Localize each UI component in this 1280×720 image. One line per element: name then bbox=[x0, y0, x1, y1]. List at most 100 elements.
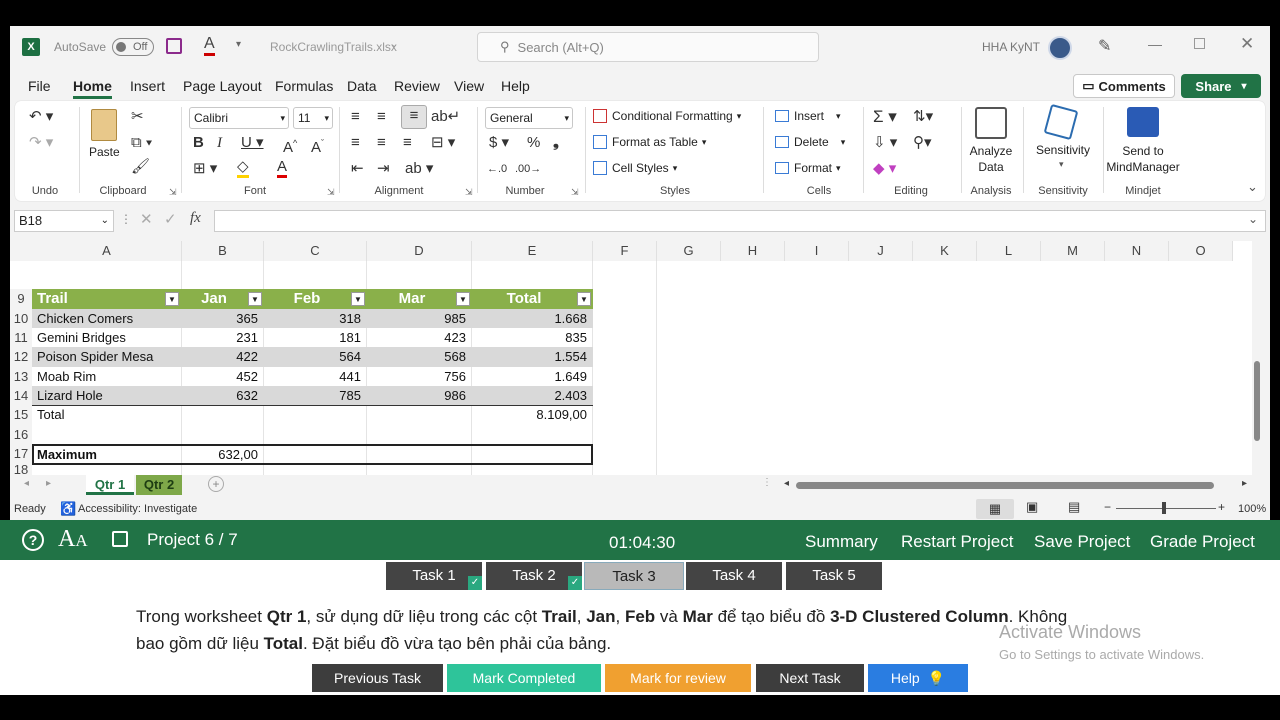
row-header[interactable]: 9 bbox=[10, 289, 32, 309]
column-header[interactable]: B bbox=[182, 241, 264, 261]
name-box[interactable]: B18 ⌄ bbox=[14, 210, 114, 232]
format-cells-button[interactable]: Format ▾ bbox=[775, 161, 841, 175]
tab-page-layout[interactable]: Page Layout bbox=[183, 78, 262, 94]
align-middle-icon[interactable]: ≡ bbox=[377, 107, 386, 127]
italic-icon[interactable]: I bbox=[217, 133, 222, 153]
paste-icon[interactable] bbox=[91, 109, 117, 141]
tab-view[interactable]: View bbox=[454, 78, 484, 94]
save-project-link[interactable]: Save Project bbox=[1034, 532, 1130, 552]
close-icon[interactable]: ✕ bbox=[1240, 34, 1254, 54]
tab-file[interactable]: File bbox=[28, 78, 51, 94]
analyze-data-icon[interactable] bbox=[975, 107, 1007, 139]
row-header[interactable]: 15 bbox=[10, 405, 32, 425]
filter-dropdown-icon[interactable]: ▼ bbox=[456, 292, 470, 306]
maximum-value[interactable]: 632,00 bbox=[182, 445, 264, 464]
row-header[interactable]: 14 bbox=[10, 386, 32, 405]
number-launcher-icon[interactable]: ⇲ bbox=[571, 187, 579, 198]
restore-icon[interactable] bbox=[1194, 38, 1205, 49]
table-cell[interactable]: 1.649 bbox=[472, 367, 593, 386]
horizontal-scroll-thumb[interactable] bbox=[796, 482, 1214, 489]
format-painter-icon[interactable]: 🖌 bbox=[131, 157, 150, 177]
row-header[interactable]: 10 bbox=[10, 309, 32, 328]
add-sheet-icon[interactable]: + bbox=[208, 476, 224, 492]
increase-font-icon[interactable]: A^ bbox=[283, 133, 297, 158]
comments-button[interactable]: ▭ Comments bbox=[1073, 74, 1175, 98]
row-header[interactable]: 18 bbox=[10, 464, 32, 475]
total-label[interactable]: Total bbox=[34, 405, 180, 425]
window-icon[interactable] bbox=[112, 531, 128, 547]
select-all-corner[interactable] bbox=[10, 241, 32, 261]
tab-data[interactable]: Data bbox=[347, 78, 377, 94]
mark-completed-button[interactable]: Mark Completed bbox=[447, 664, 601, 692]
total-value[interactable]: 8.109,00 bbox=[472, 405, 593, 425]
table-cell[interactable]: Lizard Hole bbox=[34, 386, 180, 405]
column-header[interactable]: F bbox=[593, 241, 657, 261]
column-header[interactable]: L bbox=[977, 241, 1041, 261]
column-header[interactable]: I bbox=[785, 241, 849, 261]
zoom-level[interactable]: 100% bbox=[1238, 503, 1266, 515]
accessibility-icon[interactable]: ♿ bbox=[60, 501, 76, 517]
page-break-view-icon[interactable]: ▤ bbox=[1068, 499, 1080, 515]
previous-task-button[interactable]: Previous Task bbox=[312, 664, 443, 692]
clear-icon[interactable]: ◆ ▾ bbox=[873, 159, 896, 179]
table-cell[interactable]: 181 bbox=[264, 328, 367, 347]
table-cell[interactable]: 835 bbox=[472, 328, 593, 347]
column-header[interactable]: A bbox=[32, 241, 182, 261]
prev-sheet-icon[interactable]: ◂ bbox=[24, 478, 29, 489]
row-header[interactable]: 17 bbox=[10, 444, 32, 464]
increase-indent-icon[interactable]: ⇥ bbox=[377, 159, 390, 179]
currency-icon[interactable]: $ ▾ bbox=[489, 133, 509, 153]
next-task-button[interactable]: Next Task bbox=[756, 664, 864, 692]
table-cell[interactable]: 422 bbox=[182, 347, 264, 367]
column-header[interactable]: E bbox=[472, 241, 593, 261]
fill-color-icon[interactable]: ◇ bbox=[237, 159, 249, 178]
restart-project-link[interactable]: Restart Project bbox=[901, 532, 1013, 552]
align-left-icon[interactable]: ≡ bbox=[351, 133, 360, 153]
zoom-out-icon[interactable]: − bbox=[1104, 500, 1111, 514]
header-cell[interactable]: Feb bbox=[266, 289, 348, 309]
table-cell[interactable]: 756 bbox=[367, 367, 472, 386]
copy-icon[interactable]: ⧉ ▾ bbox=[131, 133, 152, 153]
delete-cells-button[interactable]: Delete ▾ bbox=[775, 135, 845, 149]
row-header[interactable]: 13 bbox=[10, 367, 32, 386]
table-cell[interactable]: 2.403 bbox=[472, 386, 593, 405]
file-name[interactable]: RockCrawlingTrails.xlsx bbox=[270, 40, 397, 54]
quick-access-dropdown-icon[interactable]: ▾ bbox=[236, 39, 241, 50]
sheet-tab-qtr2[interactable]: Qtr 2 bbox=[136, 475, 182, 495]
column-header[interactable]: N bbox=[1105, 241, 1169, 261]
filename-chevron-icon[interactable]: ⌄ bbox=[390, 39, 398, 50]
table-cell[interactable]: 986 bbox=[367, 386, 472, 405]
tab-task-5[interactable]: Task 5 bbox=[786, 562, 882, 590]
format-as-table-button[interactable]: Format as Table ▾ bbox=[593, 135, 706, 149]
cell-styles-button[interactable]: Cell Styles ▾ bbox=[593, 161, 677, 175]
font-color-icon[interactable]: A bbox=[277, 159, 288, 178]
table-cell[interactable]: 568 bbox=[367, 347, 472, 367]
tab-task-4[interactable]: Task 4 bbox=[686, 562, 782, 590]
formula-input[interactable] bbox=[214, 210, 1266, 232]
wrap-text-icon[interactable]: ab↵ bbox=[431, 107, 460, 127]
paste-button[interactable]: Paste bbox=[89, 145, 120, 159]
text-size-icon[interactable]: AA bbox=[58, 526, 88, 553]
filter-dropdown-icon[interactable]: ▼ bbox=[577, 292, 591, 306]
filter-dropdown-icon[interactable]: ▼ bbox=[165, 292, 179, 306]
chevron-down-icon[interactable]: ▾ bbox=[1059, 159, 1064, 170]
cut-icon[interactable]: ✂ bbox=[131, 107, 144, 127]
next-sheet-icon[interactable]: ▸ bbox=[46, 478, 51, 489]
font-name-select[interactable]: Calibri ▾ bbox=[189, 107, 289, 129]
avatar[interactable] bbox=[1048, 36, 1072, 60]
bold-icon[interactable]: B bbox=[193, 133, 204, 153]
autosum-icon[interactable]: Σ ▾ bbox=[873, 107, 897, 127]
alignment-launcher-icon[interactable]: ⇲ bbox=[465, 187, 473, 198]
orientation-icon[interactable]: ab ▾ bbox=[405, 159, 433, 179]
column-header[interactable]: O bbox=[1169, 241, 1233, 261]
search-box[interactable]: ⚲ Search (Alt+Q) bbox=[477, 32, 819, 62]
column-header[interactable]: J bbox=[849, 241, 913, 261]
percent-icon[interactable]: % bbox=[527, 133, 540, 153]
underline-icon[interactable]: U ▾ bbox=[241, 133, 264, 153]
collapse-ribbon-icon[interactable]: ⌄ bbox=[1247, 179, 1258, 195]
row-header[interactable]: 12 bbox=[10, 347, 32, 367]
increase-decimal-icon[interactable]: ←.0 bbox=[487, 159, 507, 179]
help-button[interactable]: Help 💡 bbox=[868, 664, 968, 692]
autosave-toggle[interactable]: Off bbox=[112, 38, 154, 56]
number-format-select[interactable]: General ▾ bbox=[485, 107, 573, 129]
